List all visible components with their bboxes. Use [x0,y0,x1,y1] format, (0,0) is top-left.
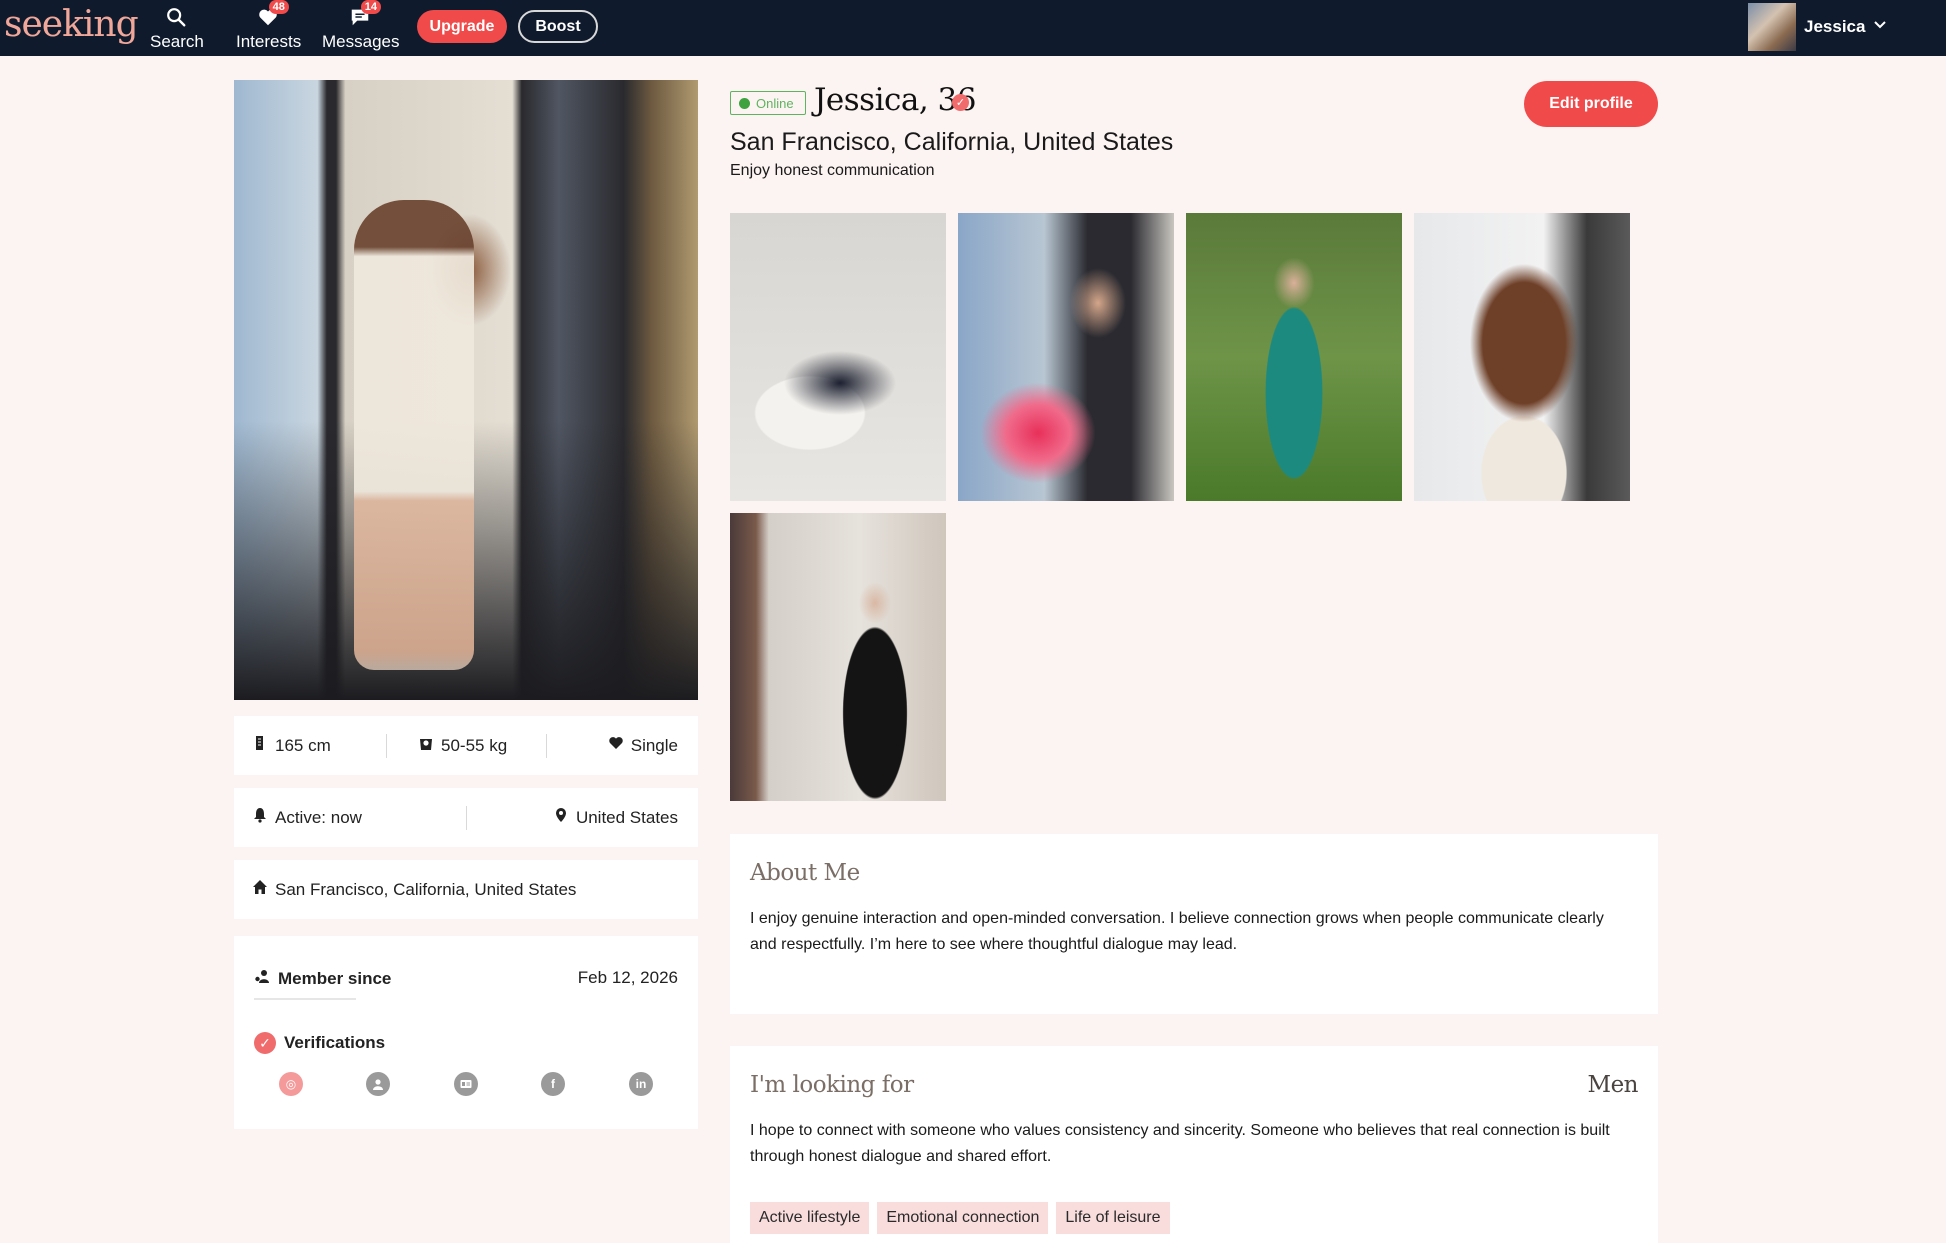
country-value: United States [575,807,678,827]
search-icon [165,6,189,30]
nav-search-label: Search [150,32,204,51]
heart-icon: 48 [257,0,289,30]
online-status-text: Online [756,95,794,111]
about-me-panel: About Me I enjoy genuine interaction and… [730,834,1658,1014]
member-since-text: Member since [278,968,392,988]
gallery-photo-3[interactable] [1186,213,1402,501]
verifications-text: Verifications [284,1033,386,1052]
divider [386,734,387,758]
photo-subject [354,200,474,670]
gallery-photo-5[interactable] [730,513,946,801]
active-value: Active: now [275,807,362,827]
id-card-icon[interactable] [454,1072,478,1096]
relationship-stat: Single [608,716,678,775]
height-value: 165 cm [275,735,331,755]
profile-location: San Francisco, California, United States [730,128,1174,156]
tag-life-of-leisure: Life of leisure [1056,1202,1170,1234]
ruler-icon [252,735,268,756]
tag-emotional-connection: Emotional connection [877,1202,1049,1234]
looking-for-panel: I'm looking for Men I hope to connect wi… [730,1046,1658,1243]
chevron-down-icon [1873,17,1887,37]
facebook-icon[interactable]: f [541,1072,565,1096]
interests-badge: 48 [268,0,289,14]
main-profile-photo[interactable] [234,80,698,700]
verified-check-icon: ✓ [952,94,969,111]
bell-icon [252,807,268,828]
nav-interests-label: Interests [236,32,302,51]
city-value: San Francisco, California, United States [275,879,577,899]
nav-messages[interactable]: 14 Messages [322,0,400,52]
chat-bubble-icon: 14 [349,0,381,30]
top-nav-bar: seeking Search 48 Interests 14 Messages … [0,0,1946,56]
nav-search[interactable]: Search [150,4,204,52]
tag-active-lifestyle: Active lifestyle [750,1202,870,1234]
online-status-badge: Online [730,91,806,115]
stats-card: 165 cm 50-55 kg Single [234,716,698,775]
about-me-text: I enjoy genuine interaction and open-min… [750,910,1604,953]
gallery-photo-1[interactable] [730,213,946,501]
about-me-title: About Me [750,860,860,886]
height-stat: 165 cm [252,716,331,775]
avatar [1748,3,1796,51]
profile-icon[interactable] [366,1072,390,1096]
edit-profile-button[interactable]: Edit profile [1524,81,1658,127]
city-stat: San Francisco, California, United States [252,860,576,919]
home-icon [252,879,268,900]
user-name: Jessica [1804,17,1866,36]
member-since-label: Member since [254,968,391,989]
relationship-value: Single [630,735,678,755]
looking-for-target: Men [1587,1072,1639,1098]
country-stat: United States [553,788,678,847]
weight-value: 50-55 kg [441,735,508,755]
weight-stat: 50-55 kg [418,716,507,775]
gallery-photo-4[interactable] [1414,213,1630,501]
user-menu[interactable]: Jessica [1748,2,1887,52]
city-card: San Francisco, California, United States [234,860,698,919]
member-card: Member since Feb 12, 2026 ✓ Verification… [234,936,698,1129]
divider [546,734,547,758]
user-group-icon [254,968,270,989]
looking-for-text: I hope to connect with someone who value… [750,1122,1610,1165]
divider [466,806,467,830]
nav-messages-label: Messages [322,32,400,51]
interest-tags: Active lifestyle Emotional connection Li… [750,1202,1170,1234]
boost-button[interactable]: Boost [518,10,598,43]
location-pin-icon [553,807,569,828]
member-since-date: Feb 12, 2026 [577,968,678,987]
messages-badge: 14 [360,0,381,14]
verified-check-icon: ✓ [254,1032,276,1054]
photo-verified-icon[interactable]: ◎ [279,1072,303,1096]
seeking-logo[interactable]: seeking [4,4,139,45]
nav-interests[interactable]: 48 Interests [236,0,302,52]
looking-for-title: I'm looking for [750,1072,914,1098]
upgrade-button[interactable]: Upgrade [417,10,507,43]
profile-tagline: Enjoy honest communication [730,162,935,179]
scale-icon [418,735,434,756]
linkedin-icon[interactable]: in [629,1072,653,1096]
heart-icon [608,735,624,756]
verifications-label: ✓ Verifications [254,1032,385,1054]
active-stat: Active: now [252,788,362,847]
divider [254,998,356,1000]
online-dot-icon [739,97,750,109]
activity-card: Active: now United States [234,788,698,847]
gallery-photo-2[interactable] [958,213,1174,501]
